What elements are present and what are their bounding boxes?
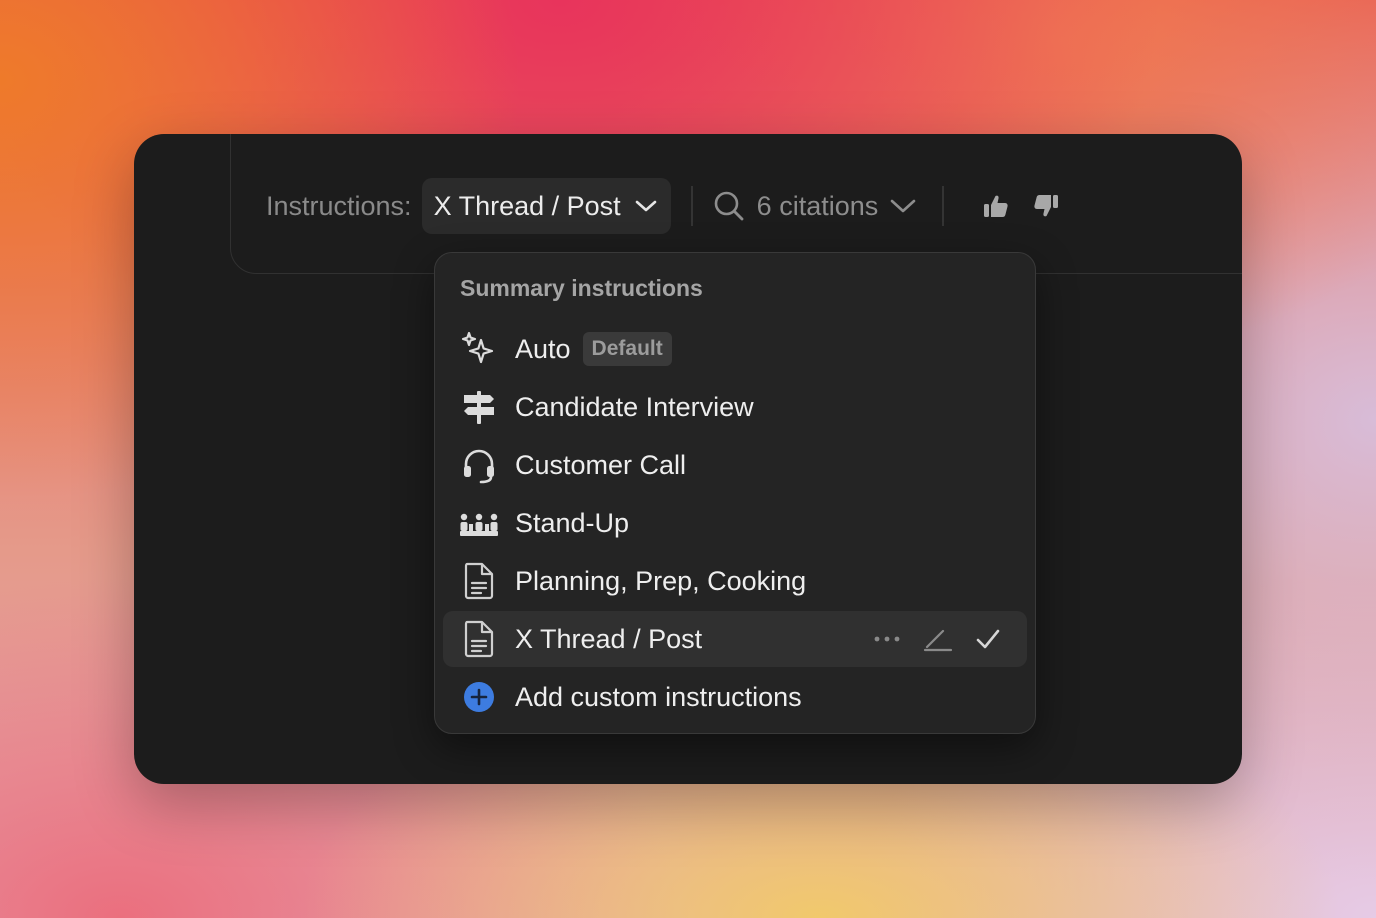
edit-icon[interactable] — [923, 626, 953, 652]
toolbar-divider — [942, 186, 945, 226]
thumbs-down-icon[interactable] — [1032, 192, 1060, 220]
instructions-label: Instructions: — [266, 190, 412, 221]
team-icon — [459, 503, 499, 543]
headset-icon — [459, 445, 499, 485]
plus-circle-icon — [459, 677, 499, 717]
more-options-icon[interactable] — [873, 635, 901, 643]
menu-item-label: Auto — [515, 333, 571, 364]
chevron-down-icon — [635, 199, 657, 213]
menu-item-stand-up[interactable]: Stand-Up — [443, 495, 1027, 551]
menu-item-x-thread-post[interactable]: X Thread / Post — [443, 611, 1027, 667]
menu-item-label: Stand-Up — [515, 507, 630, 538]
menu-item-planning-prep-cooking[interactable]: Planning, Prep, Cooking — [443, 553, 1027, 609]
menu-item-add-custom-instructions[interactable]: Add custom instructions — [443, 669, 1027, 725]
instructions-dropdown[interactable]: X Thread / Post — [421, 178, 671, 234]
menu-item-label: Customer Call — [515, 449, 687, 480]
summary-card: Instructions: X Thread / Post 6 citation… — [134, 134, 1242, 784]
instructions-selected-value: X Thread / Post — [433, 190, 621, 221]
toolbar-divider — [690, 186, 693, 226]
menu-title: Summary instructions — [460, 275, 703, 301]
menu-item-label: Candidate Interview — [515, 391, 754, 422]
menu-item-candidate-interview[interactable]: Candidate Interview — [443, 379, 1027, 435]
default-badge: Default — [582, 332, 672, 366]
menu-item-auto[interactable]: Auto Default — [443, 321, 1027, 377]
menu-item-label: Planning, Prep, Cooking — [515, 565, 807, 596]
menu-item-label: Add custom instructions — [515, 681, 802, 712]
checkmark-icon — [975, 628, 1001, 650]
document-icon — [459, 561, 499, 601]
signpost-icon — [459, 387, 499, 427]
thumbs-up-icon[interactable] — [982, 192, 1010, 220]
menu-item-label: X Thread / Post — [515, 623, 703, 654]
summary-toolbar: Instructions: X Thread / Post 6 citation… — [266, 178, 1060, 234]
menu-item-customer-call[interactable]: Customer Call — [443, 437, 1027, 493]
item-actions — [851, 611, 1001, 667]
instructions-menu: Summary instructions Auto Default Candid… — [434, 252, 1036, 734]
citations-button[interactable]: 6 citations — [713, 190, 917, 222]
sparkles-icon — [459, 329, 499, 369]
menu-list: Auto Default Candidate Interview Custome… — [443, 321, 1027, 727]
search-icon — [713, 190, 745, 222]
chevron-down-icon — [890, 198, 916, 214]
citations-label: 6 citations — [756, 190, 879, 221]
document-icon — [459, 619, 499, 659]
